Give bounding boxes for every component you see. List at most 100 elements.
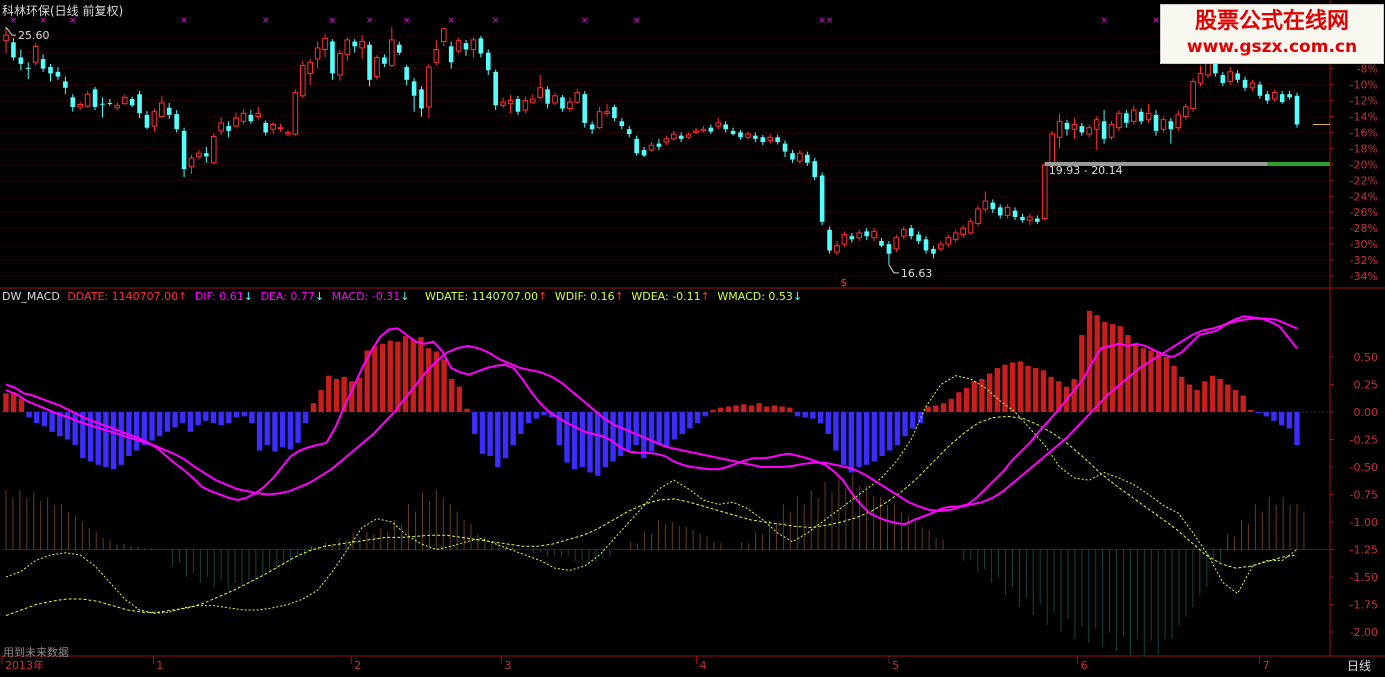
candle-body xyxy=(3,34,9,42)
candle-body xyxy=(1175,114,1182,129)
macd-bar xyxy=(840,412,847,465)
candle-body xyxy=(40,59,46,69)
candle-body xyxy=(515,98,521,112)
candle-body xyxy=(433,49,440,63)
candle-body xyxy=(767,136,774,141)
macd-bar xyxy=(26,412,32,418)
macd-bar xyxy=(249,412,255,423)
candle-body xyxy=(797,152,803,162)
macd-bar xyxy=(95,412,101,465)
candle-body xyxy=(641,150,647,156)
macd-bar xyxy=(725,406,732,412)
macd-bar xyxy=(1240,395,1246,412)
macd-bar xyxy=(502,412,509,459)
date-tick-label: 7 xyxy=(1263,659,1270,672)
macd-bar xyxy=(279,412,286,448)
macd-bar xyxy=(487,412,493,456)
signal-marker: × xyxy=(581,16,589,26)
candle-body xyxy=(1012,210,1018,217)
macd-bar xyxy=(1194,390,1200,412)
candle-body xyxy=(670,133,677,140)
legend-dea: DEA: 0.77↓ xyxy=(260,290,325,303)
macd-bar xyxy=(764,406,770,412)
indicator-legend[interactable]: DW_MACD DDATE: 1140707.00↑ DIF: 0.61↓ DE… xyxy=(2,290,806,303)
price-tick-label: -26% xyxy=(1350,206,1378,219)
macd-bar xyxy=(1255,412,1262,414)
candle-body xyxy=(708,127,714,132)
candle-body xyxy=(248,114,254,122)
date-axis: 2013年 1 2 3 4 5 6 7 xyxy=(1,656,1270,672)
candle-body xyxy=(879,240,884,246)
macd-bar xyxy=(264,412,270,445)
candle-body xyxy=(849,236,855,240)
macd-bar xyxy=(664,412,670,448)
macd-bar xyxy=(495,412,501,467)
period-tab[interactable]: 日线 xyxy=(1334,658,1384,675)
macd-bar xyxy=(1140,348,1146,412)
candle-body xyxy=(685,134,692,138)
candle-body xyxy=(32,45,39,63)
macd-tick-label: -0.75 xyxy=(1350,489,1378,502)
candle-body xyxy=(841,234,848,245)
candle-body xyxy=(159,102,165,117)
macd-bar xyxy=(510,412,516,445)
low-price-label: 16.63 xyxy=(901,267,933,280)
macd-bar xyxy=(34,412,40,423)
candle-body xyxy=(700,128,707,132)
date-tick-label: 4 xyxy=(700,659,707,672)
candle-body xyxy=(1213,63,1218,74)
macd-bar xyxy=(379,343,386,412)
wmacd-bars[interactable] xyxy=(5,474,1305,658)
macd-bar xyxy=(1248,409,1254,412)
signal-marker: × xyxy=(1152,16,1160,26)
watermark-logo: 股票公式在线网 www.gszx.com.cn xyxy=(1160,4,1384,64)
candle-body xyxy=(285,131,291,135)
candle-body xyxy=(1056,120,1063,138)
price-tick-label: -22% xyxy=(1350,174,1378,187)
candle-body xyxy=(48,67,53,74)
candle-body xyxy=(255,112,262,118)
macd-bar xyxy=(948,398,954,412)
macd-bar xyxy=(848,412,854,473)
candle-body xyxy=(330,41,335,74)
date-tick-label: 2 xyxy=(354,659,361,672)
candle-body xyxy=(240,112,247,122)
legend-macd: MACD: -0.31↓ xyxy=(331,290,410,303)
candle-body xyxy=(204,153,209,157)
candle-body xyxy=(834,245,840,253)
candle-body xyxy=(975,208,981,224)
candles-layer[interactable] xyxy=(3,27,1300,265)
candle-body xyxy=(567,101,573,110)
candle-body xyxy=(77,104,83,108)
candle-body xyxy=(352,41,358,47)
candle-body xyxy=(151,111,158,127)
macd-bar xyxy=(810,412,816,419)
price-tick-label: -28% xyxy=(1350,222,1378,235)
macd-bar xyxy=(464,408,470,412)
candle-body xyxy=(500,101,506,106)
macd-bar xyxy=(748,405,755,412)
candle-body xyxy=(656,143,662,147)
candle-body xyxy=(367,44,372,80)
candle-body xyxy=(374,56,380,78)
candle-body xyxy=(382,57,387,64)
macd-bar xyxy=(1117,326,1123,412)
candle-body xyxy=(997,207,1003,216)
macd-bars[interactable] xyxy=(3,310,1300,476)
candle-body xyxy=(1049,133,1055,167)
candle-body xyxy=(322,37,328,50)
candle-body xyxy=(596,111,603,129)
macd-bar xyxy=(587,412,593,473)
macd-bar xyxy=(641,412,647,459)
candle-body xyxy=(1027,216,1033,221)
candle-body xyxy=(1168,121,1174,130)
macd-bar xyxy=(303,412,309,423)
candle-body xyxy=(1227,71,1234,82)
candle-body xyxy=(760,137,766,143)
price-tick-label: -32% xyxy=(1350,254,1378,267)
macd-bar xyxy=(1209,375,1216,412)
chart-canvas[interactable]: -4%-6%-8%-10%-12%-14%-16%-18%-20%-22%-24… xyxy=(0,0,1385,677)
candle-body xyxy=(886,244,892,254)
candle-body xyxy=(1064,122,1070,130)
macd-bar xyxy=(779,406,785,412)
